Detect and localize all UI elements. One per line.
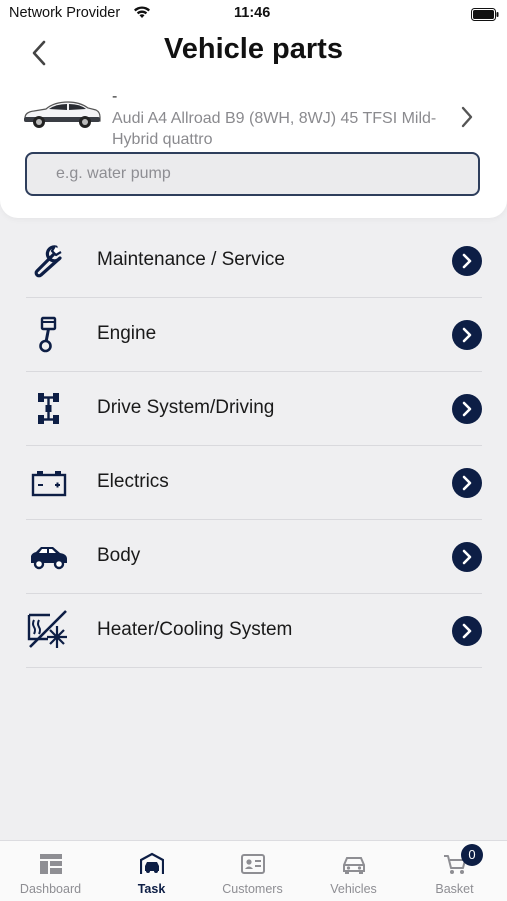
category-heater-cooling[interactable]: Heater/Cooling System	[26, 594, 482, 668]
basket-count-badge: 0	[461, 844, 483, 866]
search-input[interactable]	[27, 154, 478, 194]
wifi-icon	[133, 5, 151, 23]
category-label: Drive System/Driving	[97, 397, 275, 418]
status-bar: Network Provider 11:46	[0, 4, 507, 24]
chevron-circle-icon[interactable]	[452, 320, 482, 350]
chevron-circle-icon[interactable]	[452, 542, 482, 572]
category-electrics[interactable]: Electrics	[26, 446, 482, 520]
chevron-right-icon	[458, 105, 476, 134]
search-field[interactable]	[25, 152, 480, 196]
drivetrain-icon	[29, 390, 69, 428]
chevron-circle-icon[interactable]	[452, 394, 482, 424]
tab-customers[interactable]: Customers	[202, 841, 303, 901]
category-label: Electrics	[97, 471, 169, 492]
heater-cooling-icon	[27, 610, 69, 650]
page-title: Vehicle parts	[164, 33, 343, 65]
category-list: Maintenance / Service Engine Drive Syste…	[26, 224, 482, 668]
vehicle-dash: -	[112, 88, 118, 105]
tab-dashboard[interactable]: Dashboard	[0, 841, 101, 901]
tab-bar: Dashboard Task Customers Vehicles 0 Bask…	[0, 840, 507, 901]
header-panel: Network Provider 11:46 Vehicle parts - A…	[0, 0, 507, 218]
chevron-circle-icon[interactable]	[452, 616, 482, 646]
chevron-circle-icon[interactable]	[452, 468, 482, 498]
carrier-name: Network Provider	[9, 5, 121, 21]
category-label: Body	[97, 545, 141, 566]
clock: 11:46	[234, 5, 271, 21]
vehicle-name: Audi A4 Allroad B9 (8WH, 8WJ) 45 TFSI Mi…	[112, 110, 437, 148]
battery-icon	[29, 464, 69, 502]
chevron-circle-icon[interactable]	[452, 246, 482, 276]
tab-label: Basket	[435, 882, 474, 896]
tab-label: Task	[137, 882, 166, 896]
battery-icon	[471, 8, 499, 25]
tab-vehicles[interactable]: Vehicles	[303, 841, 404, 901]
dashboard-icon	[39, 852, 63, 876]
category-label: Engine	[97, 323, 157, 344]
vehicles-icon	[342, 852, 366, 876]
category-body[interactable]: Body	[26, 520, 482, 594]
tab-basket[interactable]: 0 Basket	[404, 841, 505, 901]
car-image	[22, 100, 102, 135]
vehicle-selector[interactable]: - Audi A4 Allroad B9 (8WH, 8WJ) 45 TFSI …	[0, 88, 507, 150]
wrench-icon	[29, 242, 69, 280]
tab-task[interactable]: Task	[101, 841, 202, 901]
category-maintenance[interactable]: Maintenance / Service	[26, 224, 482, 298]
piston-icon	[29, 316, 69, 354]
category-drive-system[interactable]: Drive System/Driving	[26, 372, 482, 446]
tab-label: Dashboard	[19, 882, 82, 896]
category-label: Maintenance / Service	[97, 249, 285, 270]
category-label: Heater/Cooling System	[97, 619, 293, 640]
tab-label: Customers	[222, 882, 283, 896]
category-engine[interactable]: Engine	[26, 298, 482, 372]
car-body-icon	[29, 538, 69, 576]
customers-icon	[240, 852, 265, 876]
tab-label: Vehicles	[330, 882, 377, 896]
task-icon	[139, 852, 164, 876]
